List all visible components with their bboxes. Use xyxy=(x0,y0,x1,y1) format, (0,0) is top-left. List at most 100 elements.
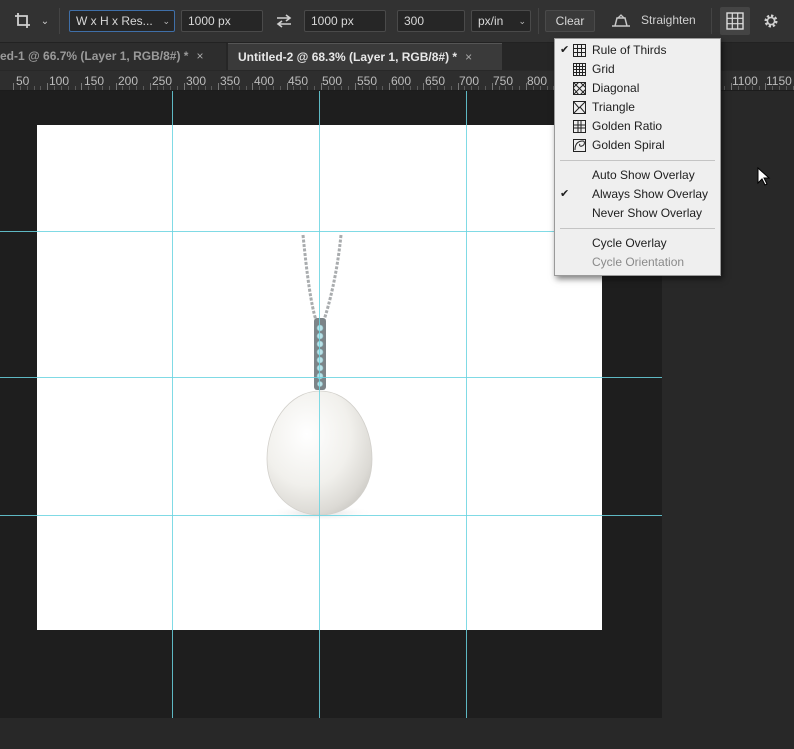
ruler-minor-tick xyxy=(547,86,548,90)
ruler-major-tick xyxy=(492,83,493,90)
ruler-major-tick xyxy=(116,83,117,90)
ruler-minor-tick xyxy=(68,86,69,90)
clear-button[interactable]: Clear xyxy=(545,10,595,32)
ruler-major-tick xyxy=(526,83,527,90)
resolution-unit-value: px/in xyxy=(478,14,504,28)
ruler-minor-tick xyxy=(54,86,55,90)
crop-settings-button[interactable] xyxy=(758,9,784,33)
ruler-label: 450 xyxy=(288,74,309,88)
ruler-major-tick xyxy=(389,83,390,90)
divider xyxy=(711,8,712,34)
ruler-minor-tick xyxy=(444,86,445,90)
gear-icon xyxy=(764,14,778,28)
ruler-label: 600 xyxy=(391,74,412,88)
ruler-minor-tick xyxy=(786,86,787,90)
ruler-minor-tick xyxy=(396,86,397,90)
menu-item-diagonal[interactable]: Diagonal xyxy=(555,79,720,98)
ruler-minor-tick xyxy=(314,86,315,90)
ruler-major-tick xyxy=(458,83,459,90)
ruler-minor-tick xyxy=(205,86,206,90)
ruler-minor-tick xyxy=(341,86,342,90)
menu-item-cycle-orientation: Cycle Orientation xyxy=(555,253,720,272)
menu-item-auto-show-overlay[interactable]: Auto Show Overlay xyxy=(555,166,720,185)
width-value: 1000 px xyxy=(188,14,231,28)
ruler-minor-tick xyxy=(157,86,158,90)
straighten-label[interactable]: Straighten xyxy=(641,13,696,27)
menu-item-rule-of-thirds[interactable]: ✔ Rule of Thirds xyxy=(555,41,720,60)
mouse-cursor-icon xyxy=(757,167,771,186)
close-icon[interactable]: × xyxy=(465,50,472,64)
width-input[interactable]: 1000 px xyxy=(181,10,263,32)
menu-item-label: Auto Show Overlay xyxy=(592,168,695,182)
ruler-minor-tick xyxy=(109,86,110,90)
rule-of-thirds-icon xyxy=(573,44,586,57)
ruler-major-tick xyxy=(765,83,766,90)
straighten-icon-button[interactable] xyxy=(607,10,635,32)
swap-dimensions-button[interactable] xyxy=(271,10,297,32)
ruler-major-tick xyxy=(218,83,219,90)
overlay-guide-vertical xyxy=(172,91,173,718)
overlay-options-button[interactable] xyxy=(720,7,750,35)
ruler-minor-tick xyxy=(293,86,294,90)
tab-untitled-1[interactable]: ed-1 @ 66.7% (Layer 1, RGB/8#) * × xyxy=(0,43,226,70)
ruler-label: 800 xyxy=(527,74,548,88)
ruler-minor-tick xyxy=(328,86,329,90)
crop-tool-button[interactable] xyxy=(10,9,36,33)
menu-item-golden-ratio[interactable]: Golden Ratio xyxy=(555,117,720,136)
menu-item-triangle[interactable]: Triangle xyxy=(555,98,720,117)
ruler-major-tick xyxy=(184,83,185,90)
swap-icon xyxy=(276,14,292,28)
ratio-preset-select[interactable]: W x H x Res... ⌄ xyxy=(69,10,175,32)
tab-label: ed-1 @ 66.7% (Layer 1, RGB/8#) * xyxy=(0,49,189,63)
menu-item-cycle-overlay[interactable]: Cycle Overlay xyxy=(555,234,720,253)
menu-item-golden-spiral[interactable]: Golden Spiral xyxy=(555,136,720,155)
resolution-unit-select[interactable]: px/in ⌄ xyxy=(471,10,531,32)
ruler-label: 700 xyxy=(459,74,480,88)
ruler-minor-tick xyxy=(752,86,753,90)
close-icon[interactable]: × xyxy=(196,49,203,63)
menu-item-label: Cycle Overlay xyxy=(592,236,667,250)
menu-item-grid[interactable]: Grid xyxy=(555,60,720,79)
ruler-minor-tick xyxy=(307,86,308,90)
ruler-minor-tick xyxy=(779,86,780,90)
ruler-minor-tick xyxy=(430,86,431,90)
height-input[interactable]: 1000 px xyxy=(304,10,386,32)
tab-untitled-2[interactable]: Untitled-2 @ 68.3% (Layer 1, RGB/8#) * × xyxy=(228,43,502,70)
ruler-minor-tick xyxy=(451,86,452,90)
overlay-guide-vertical xyxy=(319,91,320,718)
ruler-minor-tick xyxy=(198,86,199,90)
ruler-minor-tick xyxy=(300,86,301,90)
ruler-label: 750 xyxy=(493,74,514,88)
resolution-value: 300 xyxy=(404,14,425,28)
ruler-minor-tick xyxy=(745,86,746,90)
ruler-minor-tick xyxy=(478,86,479,90)
chevron-down-icon: ⌄ xyxy=(162,16,170,26)
ruler-minor-tick xyxy=(177,86,178,90)
ruler-minor-tick xyxy=(246,86,247,90)
tool-preset-dropdown[interactable]: ⌄ xyxy=(38,12,52,30)
ruler-minor-tick xyxy=(225,86,226,90)
menu-item-label: Triangle xyxy=(592,100,635,114)
menu-item-always-show-overlay[interactable]: ✔ Always Show Overlay xyxy=(555,185,720,204)
ruler-minor-tick xyxy=(40,86,41,90)
menu-item-never-show-overlay[interactable]: Never Show Overlay xyxy=(555,204,720,223)
ruler-minor-tick xyxy=(471,86,472,90)
ruler-label: 650 xyxy=(425,74,446,88)
ruler-minor-tick xyxy=(273,86,274,90)
menu-item-label: Rule of Thirds xyxy=(592,43,667,57)
ruler-minor-tick xyxy=(382,86,383,90)
ruler-minor-tick xyxy=(122,86,123,90)
ruler-minor-tick xyxy=(417,86,418,90)
ruler-minor-tick xyxy=(191,86,192,90)
ruler-minor-tick xyxy=(136,86,137,90)
ruler-minor-tick xyxy=(437,86,438,90)
triangle-icon xyxy=(573,101,586,114)
ruler-label: 350 xyxy=(220,74,241,88)
resolution-input[interactable]: 300 xyxy=(397,10,465,32)
grid-icon xyxy=(573,63,586,76)
ruler-minor-tick xyxy=(512,86,513,90)
ruler-minor-tick xyxy=(348,86,349,90)
height-value: 1000 px xyxy=(311,14,354,28)
ruler-minor-tick xyxy=(232,86,233,90)
ruler-minor-tick xyxy=(170,86,171,90)
